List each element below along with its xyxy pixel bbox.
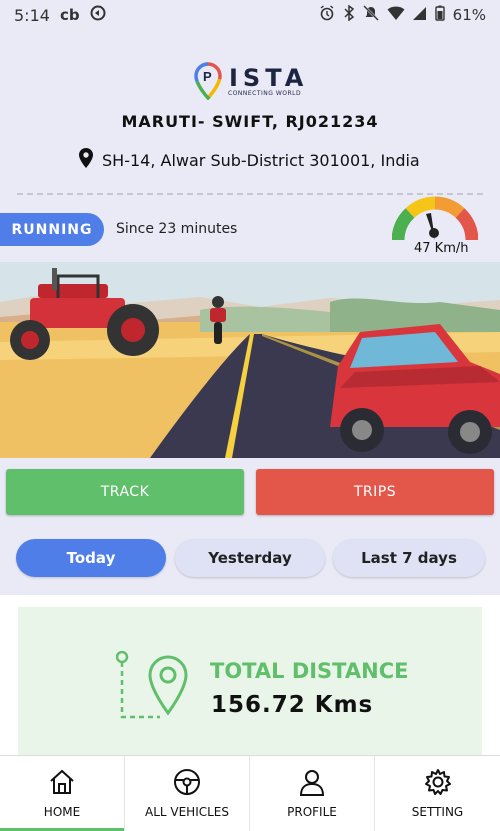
vehicle-header: P ISTA CONNECTING WORLD MARUTI- SWIFT, R… [0,30,500,196]
carrier-label: cb [59,6,80,24]
gear-icon [424,768,452,799]
alarm-icon [319,5,335,25]
nav-home[interactable]: HOME [0,756,125,831]
wifi-icon [387,5,405,25]
speed-value: 47 Km/h [414,241,469,256]
nav-all-vehicles-label: ALL VEHICLES [144,805,229,819]
total-distance-card: TOTAL DISTANCE 156.72 Kms [18,607,482,755]
mute-icon [362,5,379,25]
user-icon [298,768,326,799]
trips-button[interactable]: TRIPS [256,469,494,515]
steering-wheel-icon [173,768,201,799]
filter-yesterday-chip[interactable]: Yesterday [175,539,325,577]
status-bar: 5:14 cb 61% [0,0,500,30]
bluetooth-icon [343,4,355,25]
dashed-divider [17,193,483,195]
track-button[interactable]: TRACK [6,469,244,515]
action-buttons: TRACK TRIPS [0,469,500,515]
nav-profile-label: PROFILE [287,805,337,819]
status-duration: Since 23 minutes [116,221,238,237]
brand-logo: P ISTA CONNECTING WORLD [193,62,313,102]
status-badge: RUNNING [0,213,104,246]
filter-last-7-days-chip[interactable]: Last 7 days [333,539,485,577]
brand-tagline: CONNECTING WORLD [228,90,302,97]
sync-icon [90,5,106,25]
vehicle-address: SH-14, Alwar Sub-District 301001, India [78,147,420,173]
battery-icon [434,5,445,25]
address-text: SH-14, Alwar Sub-District 301001, India [102,150,420,170]
date-filter-group: Today Yesterday Last 7 days [0,539,500,579]
route-pin-icon [115,650,190,735]
status-time: 5:14 [14,5,50,25]
nav-setting[interactable]: SETTING [375,756,500,831]
brand-name: ISTA [229,64,309,92]
bottom-navigation: HOME ALL VEHICLES PROFILE SETTING [0,755,500,831]
svg-text:P: P [203,69,212,84]
nav-setting-label: SETTING [411,805,464,819]
nav-profile[interactable]: PROFILE [250,756,375,831]
location-pin-logo-icon: P [194,62,222,100]
battery-percent: 61% [452,6,486,24]
nav-home-label: HOME [43,805,81,819]
nav-all-vehicles[interactable]: ALL VEHICLES [125,756,250,831]
location-pin-icon [78,147,94,173]
road-illustration [0,262,500,458]
stats-panel: TOTAL DISTANCE 156.72 Kms [0,595,500,755]
signal-icon [412,5,427,25]
home-icon [48,768,76,799]
filter-today-chip[interactable]: Today [16,539,166,577]
total-distance-value: 156.72 Kms [211,692,374,718]
vehicle-name: MARUTI- SWIFT, RJ021234 [121,112,379,131]
total-distance-label: TOTAL DISTANCE [210,659,409,683]
